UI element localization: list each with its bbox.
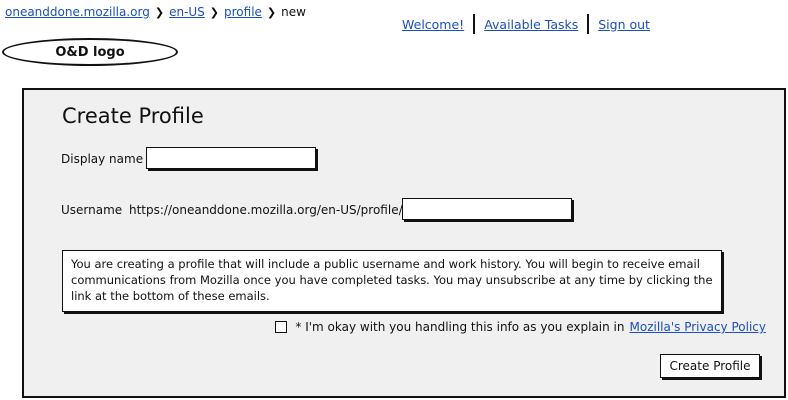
- username-input[interactable]: [402, 198, 572, 220]
- breadcrumb-link-profile[interactable]: profile: [224, 5, 262, 19]
- privacy-consent-label: * I'm okay with you handling this info a…: [295, 320, 625, 334]
- chevron-right-icon: ❯: [209, 5, 220, 19]
- breadcrumb-link-home[interactable]: oneanddone.mozilla.org: [5, 5, 150, 19]
- available-tasks-link[interactable]: Available Tasks: [484, 17, 578, 32]
- display-name-input[interactable]: [146, 147, 316, 169]
- privacy-consent: * I'm okay with you handling this info a…: [275, 320, 766, 334]
- welcome-link[interactable]: Welcome!: [402, 17, 464, 32]
- chevron-right-icon: ❯: [266, 5, 277, 19]
- nav-divider: [473, 14, 476, 34]
- site-logo[interactable]: O&D logo: [2, 38, 178, 66]
- sign-out-link[interactable]: Sign out: [598, 17, 650, 32]
- privacy-consent-checkbox[interactable]: [275, 321, 288, 333]
- privacy-policy-link[interactable]: Mozilla's Privacy Policy: [630, 320, 767, 334]
- display-name-label: Display name: [61, 152, 144, 166]
- nav-divider: [587, 14, 590, 34]
- breadcrumb: oneanddone.mozilla.org ❯ en-US ❯ profile…: [5, 5, 306, 19]
- breadcrumb-current: new: [281, 5, 306, 19]
- username-label: Username: [61, 203, 123, 217]
- breadcrumb-link-locale[interactable]: en-US: [169, 5, 205, 19]
- create-profile-panel: Create Profile Display name Username htt…: [22, 88, 786, 398]
- chevron-right-icon: ❯: [154, 5, 165, 19]
- username-url-prefix: https://oneanddone.mozilla.org/en-US/pro…: [129, 203, 403, 217]
- top-nav: Welcome! Available Tasks Sign out: [402, 14, 650, 34]
- create-profile-button[interactable]: Create Profile: [660, 354, 760, 378]
- profile-notice: You are creating a profile that will inc…: [62, 250, 722, 312]
- page-title: Create Profile: [62, 104, 204, 128]
